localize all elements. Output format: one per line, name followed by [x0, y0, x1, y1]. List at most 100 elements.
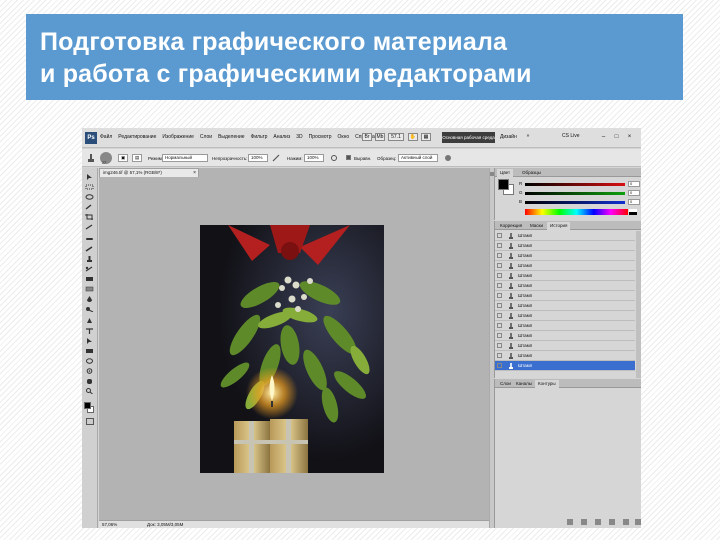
history-snapshot-checkbox[interactable] — [497, 283, 502, 288]
type-tool-icon[interactable] — [85, 328, 94, 334]
menu-select[interactable]: Выделение — [218, 134, 245, 140]
history-snapshot-checkbox[interactable] — [497, 313, 502, 318]
history-snapshot-checkbox[interactable] — [497, 253, 502, 258]
history-item[interactable]: Штамп — [495, 341, 635, 351]
tab-history[interactable]: История — [547, 222, 571, 230]
menu-layers[interactable]: Слои — [200, 134, 212, 140]
design-workspace-label[interactable]: Дизайн — [500, 134, 517, 140]
history-item[interactable]: Штамп — [495, 351, 635, 361]
3d-rotate-tool-icon[interactable] — [85, 358, 94, 364]
channel-g-value[interactable]: 0 — [628, 190, 640, 196]
history-item[interactable]: Штамп — [495, 241, 635, 251]
status-zoom[interactable]: 57,06% — [102, 522, 117, 527]
history-item[interactable]: Штамп — [495, 291, 635, 301]
history-snapshot-checkbox[interactable] — [497, 323, 502, 328]
history-snapshot-checkbox[interactable] — [497, 303, 502, 308]
zoom-tool-icon[interactable] — [85, 388, 94, 395]
color-spectrum-bar[interactable] — [525, 209, 628, 215]
rectangle-tool-icon[interactable] — [85, 348, 94, 354]
history-item[interactable]: Штамп — [495, 361, 635, 371]
history-item[interactable]: Штамп — [495, 281, 635, 291]
zoom-level-menu[interactable]: 57.1 — [388, 133, 404, 141]
ignore-adjustment-icon[interactable] — [444, 154, 452, 162]
history-snapshot-checkbox[interactable] — [497, 263, 502, 268]
minimize-icon[interactable]: – — [599, 133, 608, 141]
history-snapshot-checkbox[interactable] — [497, 243, 502, 248]
pen-pressure-icon[interactable] — [272, 154, 280, 162]
clone-stamp-icon[interactable] — [86, 153, 96, 163]
stroke-path-icon[interactable] — [581, 519, 587, 525]
marquee-tool-icon[interactable] — [85, 184, 94, 190]
tab-adjustments[interactable]: Коррекция — [497, 222, 525, 230]
brush-tool-icon[interactable] — [85, 246, 94, 252]
crop-tool-icon[interactable] — [85, 214, 94, 220]
history-item[interactable]: Штамп — [495, 251, 635, 261]
3d-camera-tool-icon[interactable] — [85, 368, 94, 374]
eyedropper-tool-icon[interactable] — [85, 224, 94, 230]
history-snapshot-checkbox[interactable] — [497, 363, 502, 368]
dodge-tool-icon[interactable] — [85, 306, 94, 313]
menu-edit[interactable]: Редактирование — [118, 134, 156, 140]
history-item[interactable]: Штамп — [495, 321, 635, 331]
clone-stamp-tool-icon[interactable] — [85, 256, 94, 262]
menu-file[interactable]: Файл — [100, 134, 112, 140]
load-selection-icon[interactable] — [595, 519, 601, 525]
pressure-input[interactable]: 100% — [304, 154, 324, 162]
tab-paths[interactable]: Контуры — [535, 380, 559, 388]
history-brush-tool-icon[interactable] — [85, 266, 94, 272]
arrange-icon[interactable]: ▦ — [421, 133, 431, 141]
menu-filter[interactable]: Фильтр — [251, 134, 268, 140]
history-item[interactable]: Штамп — [495, 301, 635, 311]
tab-layers[interactable]: Слои — [497, 380, 514, 388]
channel-b-value[interactable]: 0 — [628, 199, 640, 205]
menu-view[interactable]: Просмотр — [309, 134, 332, 140]
quick-select-tool-icon[interactable] — [85, 204, 94, 210]
history-item[interactable]: Штамп — [495, 311, 635, 321]
workspace-button[interactable]: Основная рабочая среда — [442, 132, 495, 143]
menu-analysis[interactable]: Анализ — [273, 134, 290, 140]
tab-color[interactable]: Цвет — [497, 169, 514, 177]
close-icon[interactable]: × — [625, 133, 634, 141]
channel-g-slider[interactable] — [525, 192, 625, 195]
history-item[interactable]: Штамп — [495, 261, 635, 271]
channel-b-slider[interactable] — [525, 201, 625, 204]
history-snapshot-checkbox[interactable] — [497, 333, 502, 338]
hand-tool-icon[interactable] — [85, 378, 94, 384]
history-item[interactable]: Штамп — [495, 231, 635, 241]
channel-r-value[interactable]: 0 — [628, 181, 640, 187]
healing-brush-tool-icon[interactable] — [85, 236, 94, 242]
path-selection-tool-icon[interactable] — [85, 338, 94, 344]
tab-channels[interactable]: Каналы — [513, 380, 535, 388]
make-work-path-icon[interactable] — [609, 519, 615, 525]
document-image[interactable] — [200, 225, 384, 473]
document-close-icon[interactable]: × — [193, 169, 196, 177]
airbrush-icon[interactable] — [330, 154, 338, 162]
gradient-tool-icon[interactable] — [85, 286, 94, 292]
quick-mask-icon[interactable] — [86, 418, 94, 425]
menu-image[interactable]: Изображение — [162, 134, 194, 140]
mode-select[interactable]: Нормальный — [162, 154, 208, 162]
blur-tool-icon[interactable] — [85, 296, 94, 302]
fill-path-icon[interactable] — [567, 519, 573, 525]
tab-swatches[interactable]: Образцы — [519, 169, 544, 177]
history-snapshot-checkbox[interactable] — [497, 233, 502, 238]
bridge-icon[interactable]: Br — [362, 133, 372, 141]
history-snapshot-checkbox[interactable] — [497, 343, 502, 348]
document-tab[interactable]: img246.tif @ 57,1% (RGB/8*) × — [99, 168, 199, 177]
history-snapshot-checkbox[interactable] — [497, 293, 502, 298]
opacity-input[interactable]: 100% — [248, 154, 268, 162]
sample-select[interactable]: Активный слой — [398, 154, 438, 162]
align-checkbox[interactable] — [346, 155, 351, 160]
cs-live-button[interactable]: CS Live — [562, 133, 580, 139]
lasso-tool-icon[interactable] — [85, 194, 94, 200]
history-item[interactable]: Штамп — [495, 331, 635, 341]
history-snapshot-checkbox[interactable] — [497, 353, 502, 358]
menu-3d[interactable]: 3D — [296, 134, 302, 140]
brush-preset-icon[interactable]: ▣ — [118, 154, 128, 162]
pen-tool-icon[interactable] — [85, 318, 94, 324]
black-white-ramp[interactable] — [629, 209, 637, 215]
history-snapshot-checkbox[interactable] — [497, 273, 502, 278]
menu-window[interactable]: Окно — [338, 134, 350, 140]
maximize-icon[interactable]: □ — [612, 133, 621, 141]
canvas-area[interactable]: img246.tif @ 57,1% (RGB/8*) × — [99, 168, 489, 520]
